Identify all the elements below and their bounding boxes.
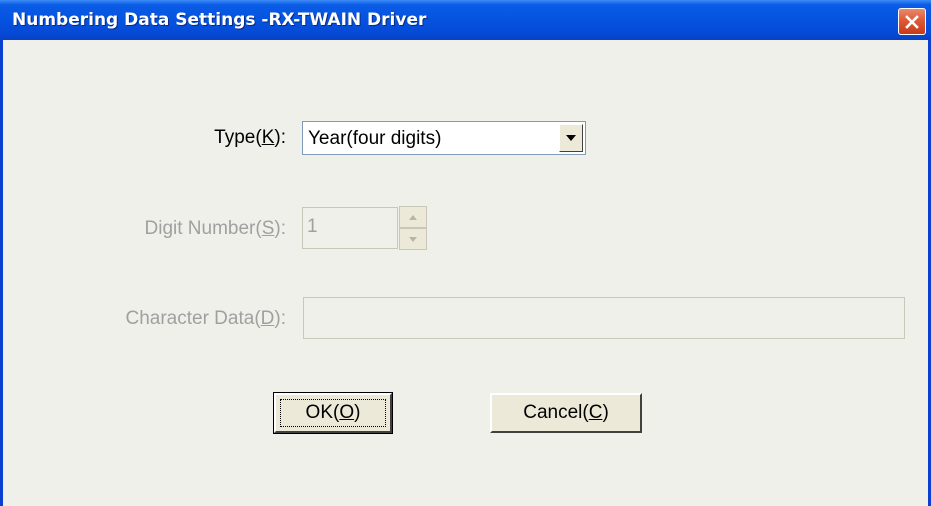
digit-number-input[interactable]: 1	[302, 207, 398, 249]
type-dropdown-value: Year(four digits)	[308, 128, 442, 149]
dialog-window: Numbering Data Settings -RX-TWAIN Driver…	[0, 0, 931, 506]
cancel-button[interactable]: Cancel(C)	[490, 393, 642, 433]
ok-button[interactable]: OK(O)	[273, 392, 393, 434]
window-title: Numbering Data Settings -RX-TWAIN Driver	[12, 10, 427, 30]
type-label: Type(K):	[214, 127, 286, 148]
close-icon	[905, 15, 919, 29]
character-data-input[interactable]	[303, 297, 905, 339]
character-data-label: Character Data(D):	[125, 308, 286, 329]
spin-down-button[interactable]	[399, 228, 427, 250]
digit-number-value: 1	[307, 216, 318, 237]
title-bar[interactable]: Numbering Data Settings -RX-TWAIN Driver	[0, 0, 931, 40]
type-dropdown-button[interactable]	[559, 124, 583, 152]
digit-number-stepper	[399, 206, 427, 250]
chevron-down-icon	[566, 135, 576, 141]
spin-up-button[interactable]	[399, 206, 427, 228]
close-button[interactable]	[898, 8, 926, 35]
arrow-up-icon	[409, 215, 417, 220]
type-dropdown[interactable]: Year(four digits)	[302, 121, 586, 155]
digit-number-label: Digit Number(S):	[144, 218, 287, 239]
focus-rectangle	[280, 399, 386, 427]
arrow-down-icon	[409, 237, 417, 242]
